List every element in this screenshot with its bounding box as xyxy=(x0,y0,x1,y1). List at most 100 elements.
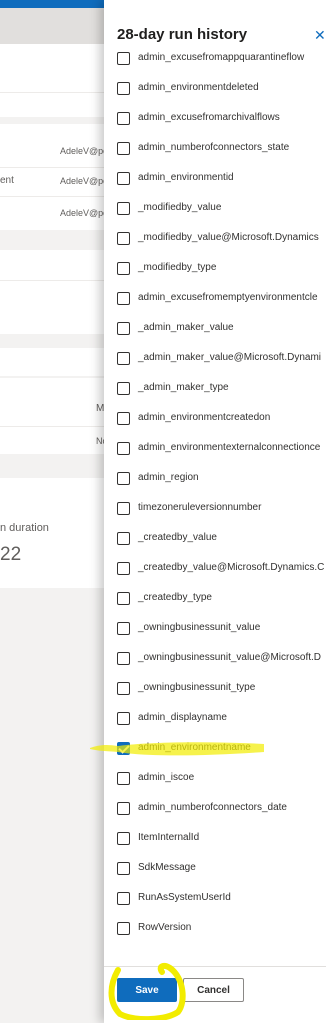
column-option[interactable]: _createdby_value@Microsoft.Dynamics.C xyxy=(104,554,326,584)
column-option-label: admin_environmentdeleted xyxy=(138,82,259,93)
checkbox[interactable] xyxy=(117,592,130,605)
column-option-label: admin_excusefromemptyenvironmentcle xyxy=(138,292,318,303)
column-option[interactable]: _owningbusinessunit_value xyxy=(104,614,326,644)
checkbox[interactable] xyxy=(117,652,130,665)
background-card xyxy=(0,250,110,334)
checkbox[interactable] xyxy=(117,922,130,935)
column-option-label: timezoneruleversionnumber xyxy=(138,502,262,513)
row-email: AdeleV@pc xyxy=(60,146,108,156)
column-option-label: admin_environmentcreatedon xyxy=(138,412,271,423)
checkbox[interactable] xyxy=(117,892,130,905)
checkbox[interactable] xyxy=(117,682,130,695)
column-option[interactable]: admin_numberofconnectors_date xyxy=(104,794,326,824)
row-email: AdeleV@pc xyxy=(60,208,108,218)
column-option-label: admin_displayname xyxy=(138,712,227,723)
checkbox[interactable] xyxy=(117,232,130,245)
checkbox[interactable] xyxy=(117,472,130,485)
checkbox[interactable] xyxy=(117,412,130,425)
checkbox[interactable] xyxy=(117,442,130,455)
column-option-label: admin_region xyxy=(138,472,199,483)
column-option[interactable]: ItemInternalId xyxy=(104,824,326,854)
column-option[interactable]: admin_environmentcreatedon xyxy=(104,404,326,434)
checkbox[interactable] xyxy=(117,112,130,125)
cancel-button[interactable]: Cancel xyxy=(183,978,244,1002)
column-option-label: admin_numberofconnectors_date xyxy=(138,802,287,813)
checkbox[interactable] xyxy=(117,622,130,635)
column-option-label: admin_excusefromappquarantineflow xyxy=(138,52,305,63)
column-option[interactable]: _createdby_value xyxy=(104,524,326,554)
column-option-label: _owningbusinessunit_type xyxy=(138,682,256,693)
column-option[interactable]: _admin_maker_value@Microsoft.Dynami xyxy=(104,344,326,374)
column-option[interactable]: _modifiedby_value xyxy=(104,194,326,224)
background-card xyxy=(0,378,110,454)
column-option[interactable]: admin_region xyxy=(104,464,326,494)
column-option-label: admin_excusefromarchivalflows xyxy=(138,112,280,123)
column-option-label: admin_iscoe xyxy=(138,772,195,783)
column-option-label: _owningbusinessunit_value xyxy=(138,622,261,633)
column-option[interactable]: _owningbusinessunit_value@Microsoft.D xyxy=(104,644,326,674)
column-option[interactable]: RunAsSystemUserId xyxy=(104,884,326,914)
checkbox[interactable] xyxy=(117,772,130,785)
checkbox[interactable] xyxy=(117,262,130,275)
column-option-label: admin_numberofconnectors_state xyxy=(138,142,290,153)
column-option[interactable]: admin_environmentid xyxy=(104,164,326,194)
column-option-label: _createdby_type xyxy=(138,592,212,603)
checkbox[interactable] xyxy=(117,502,130,515)
column-option-label: admin_environmentexternalconnectionce xyxy=(138,442,321,453)
divider xyxy=(0,426,110,427)
checkbox[interactable] xyxy=(117,82,130,95)
highlighter-circle xyxy=(108,962,186,1020)
column-option-label: _modifiedby_type xyxy=(138,262,217,273)
command-bar xyxy=(0,8,110,44)
column-option[interactable]: admin_environmentexternalconnectionce xyxy=(104,434,326,464)
checkbox[interactable] xyxy=(117,142,130,155)
column-option-label: _admin_maker_value@Microsoft.Dynami xyxy=(138,352,321,363)
column-option-label: _modifiedby_value@Microsoft.Dynamics xyxy=(138,232,319,243)
column-option[interactable]: _admin_maker_value xyxy=(104,314,326,344)
column-option[interactable]: admin_iscoe xyxy=(104,764,326,794)
column-picker-panel: 28-day run history ✕ admin_excusefromapp… xyxy=(104,0,326,1023)
column-option[interactable]: admin_excusefromemptyenvironmentcle xyxy=(104,284,326,314)
column-option-label: RowVersion xyxy=(138,922,192,933)
checkbox[interactable] xyxy=(117,322,130,335)
close-icon[interactable]: ✕ xyxy=(314,27,326,44)
column-option-label: SdkMessage xyxy=(138,862,196,873)
column-option-label: _owningbusinessunit_value@Microsoft.D xyxy=(138,652,322,663)
column-option-label: admin_environmentid xyxy=(138,172,234,183)
checkbox[interactable] xyxy=(117,202,130,215)
column-option[interactable]: RowVersion xyxy=(104,914,326,944)
column-option-label: _admin_maker_type xyxy=(138,382,229,393)
checkbox[interactable] xyxy=(117,802,130,815)
column-option[interactable]: SdkMessage xyxy=(104,854,326,884)
column-option[interactable]: admin_numberofconnectors_state xyxy=(104,134,326,164)
checkbox[interactable] xyxy=(117,862,130,875)
duration-value: 22 xyxy=(0,544,22,565)
column-option[interactable]: _admin_maker_type xyxy=(104,374,326,404)
checkbox[interactable] xyxy=(117,172,130,185)
checkbox[interactable] xyxy=(117,712,130,725)
background-card xyxy=(0,348,110,376)
highlighter-stroke xyxy=(90,742,264,756)
checkbox[interactable] xyxy=(117,292,130,305)
checkbox[interactable] xyxy=(117,532,130,545)
checkbox[interactable] xyxy=(117,52,130,65)
column-option[interactable]: _modifiedby_type xyxy=(104,254,326,284)
column-option-label: _admin_maker_value xyxy=(138,322,234,333)
checkbox[interactable] xyxy=(117,382,130,395)
checkbox[interactable] xyxy=(117,352,130,365)
column-option[interactable]: timezoneruleversionnumber xyxy=(104,494,326,524)
column-option[interactable]: admin_environmentdeleted xyxy=(104,74,326,104)
column-option[interactable]: admin_excusefromappquarantineflow xyxy=(104,44,326,74)
column-option-label: _createdby_value xyxy=(138,532,217,543)
column-option[interactable]: admin_displayname xyxy=(104,704,326,734)
column-option[interactable]: _owningbusinessunit_type xyxy=(104,674,326,704)
column-option[interactable]: admin_excusefromarchivalflows xyxy=(104,104,326,134)
divider xyxy=(0,280,110,281)
background-card xyxy=(0,44,110,92)
checkbox[interactable] xyxy=(117,562,130,575)
column-option-label: _modifiedby_value xyxy=(138,202,222,213)
row-text: ent xyxy=(0,175,14,186)
checkbox[interactable] xyxy=(117,832,130,845)
column-option[interactable]: _createdby_type xyxy=(104,584,326,614)
column-option[interactable]: _modifiedby_value@Microsoft.Dynamics xyxy=(104,224,326,254)
